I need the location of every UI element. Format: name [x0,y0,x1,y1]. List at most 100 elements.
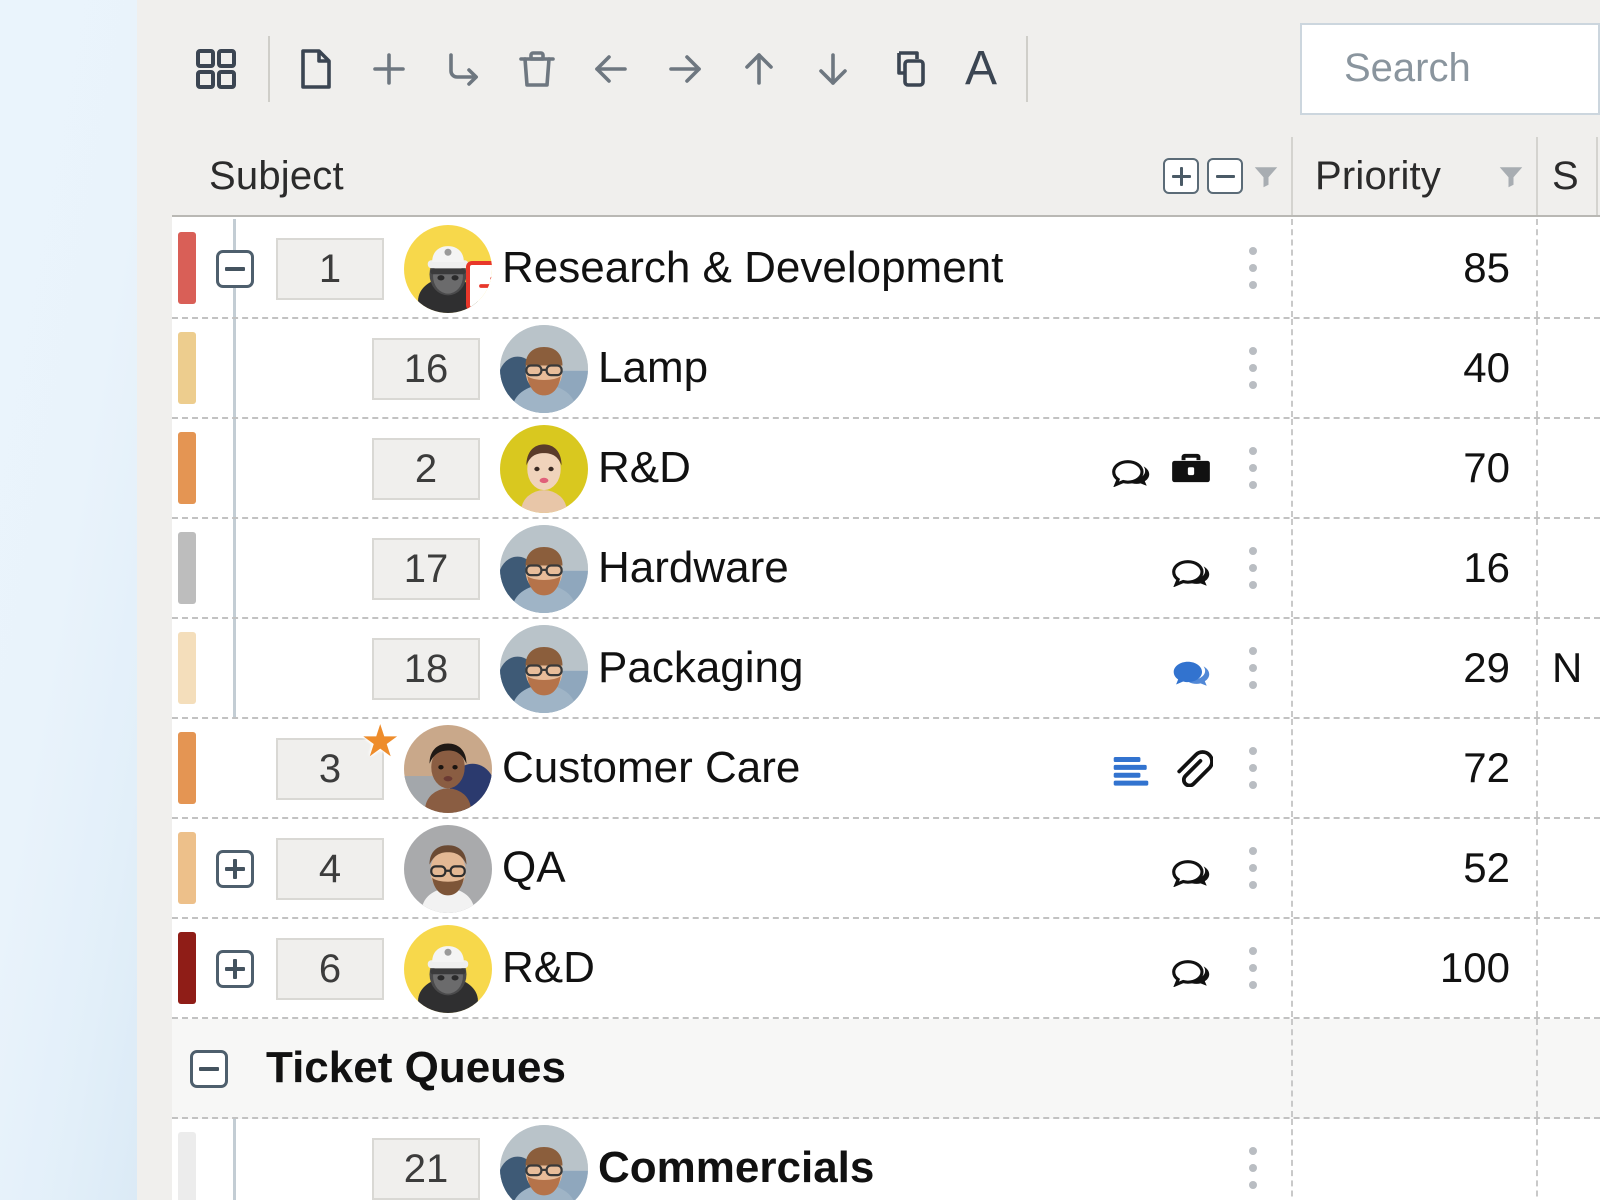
arrow-right-icon[interactable] [648,24,722,114]
cell-subject[interactable]: Ticket Queues [172,1019,1293,1117]
table-row[interactable]: 16 Lamp 40 [172,319,1600,419]
filter-icon[interactable] [1496,161,1526,191]
row-menu-icon[interactable] [1249,719,1257,817]
cell-status[interactable] [1538,419,1598,517]
notes-icon[interactable] [1109,749,1153,787]
priority-header-tools [1496,137,1526,215]
cell-status[interactable]: N [1538,619,1598,717]
arrow-up-icon[interactable] [722,24,796,114]
cell-status[interactable] [1538,819,1598,917]
cell-status[interactable] [1538,719,1598,817]
cell-priority[interactable]: 29 [1293,619,1538,717]
row-number-box[interactable]: 4 [276,838,384,900]
row-menu-icon[interactable] [1249,919,1257,1017]
paperclip-icon[interactable] [1169,749,1213,787]
cell-priority[interactable]: 72 [1293,719,1538,817]
indent-arrow-icon[interactable] [426,24,500,114]
font-icon[interactable]: A [944,24,1018,114]
tree-line [233,319,236,417]
new-document-icon[interactable] [278,24,352,114]
avatar [404,925,492,1013]
cell-priority[interactable]: 70 [1293,419,1538,517]
cell-priority[interactable]: 16 [1293,519,1538,617]
row-number-box[interactable]: 6 [276,938,384,1000]
cell-subject[interactable]: 2 R&D [172,419,1293,517]
table-row[interactable]: 4 QA 52 [172,819,1600,919]
plus-icon[interactable] [352,24,426,114]
row-number-box[interactable]: 17 [372,538,480,600]
row-indicator-icons [1169,919,1213,1017]
cell-subject[interactable]: 17 Hardware [172,519,1293,617]
row-menu-icon[interactable] [1249,419,1257,517]
cell-status[interactable] [1538,1119,1598,1200]
cell-priority[interactable]: 100 [1293,919,1538,1017]
subject-header-tools [1163,137,1281,215]
expand-row-icon[interactable] [216,850,254,888]
priority-color-bar [178,832,196,904]
cell-subject[interactable]: 4 QA [172,819,1293,917]
table-row[interactable]: 3★ Customer Care 72 [172,719,1600,819]
cell-status[interactable] [1538,319,1598,417]
cell-subject[interactable]: 21 Commercials [172,1119,1293,1200]
cell-status[interactable] [1538,519,1598,617]
search-input[interactable]: Search [1300,23,1600,115]
cell-priority[interactable]: 40 [1293,319,1538,417]
collapse-all-icon[interactable] [1207,158,1243,194]
grid-view-icon[interactable] [172,24,260,114]
collapse-row-icon[interactable] [216,250,254,288]
table-row[interactable]: 6 R&D 100 [172,919,1600,1019]
row-menu-icon[interactable] [1249,619,1257,717]
tree-line [233,419,236,517]
row-number-box[interactable]: 2 [372,438,480,500]
column-header-priority[interactable]: Priority [1293,137,1538,215]
cell-priority[interactable]: 52 [1293,819,1538,917]
tree-line [233,519,236,617]
filter-icon[interactable] [1251,161,1281,191]
arrow-left-icon[interactable] [574,24,648,114]
cell-subject[interactable]: 3★ Customer Care [172,719,1293,817]
row-menu-icon[interactable] [1249,1119,1257,1200]
arrow-down-icon[interactable] [796,24,870,114]
row-subject: R&D [502,943,595,993]
expand-row-icon[interactable] [216,950,254,988]
row-menu-icon[interactable] [1249,519,1257,617]
cell-subject[interactable]: 18 Packaging [172,619,1293,717]
cell-subject[interactable]: 16 Lamp [172,319,1293,417]
comment-outline-icon[interactable] [1169,849,1213,887]
cell-subject[interactable]: 1 Research & Development [172,219,1293,317]
row-number-box[interactable]: 3★ [276,738,384,800]
cell-status[interactable] [1538,919,1598,1017]
cell-subject[interactable]: 6 R&D [172,919,1293,1017]
table-row[interactable]: 18 Packaging 29 N [172,619,1600,719]
row-menu-icon[interactable] [1249,319,1257,417]
row-number-box[interactable]: 18 [372,638,480,700]
column-header-row: Subject Priority [172,137,1600,217]
comment-outline-icon[interactable] [1169,949,1213,987]
comment-filled-icon[interactable] [1169,649,1213,687]
move-right-badge-icon[interactable] [466,261,492,311]
comment-outline-icon[interactable] [1109,449,1153,487]
row-number-box[interactable]: 1 [276,238,384,300]
trash-icon[interactable] [500,24,574,114]
row-number-box[interactable]: 16 [372,338,480,400]
cell-priority[interactable]: 85 [1293,219,1538,317]
comment-outline-icon[interactable] [1169,549,1213,587]
table-row[interactable]: 2 R&D 70 [172,419,1600,519]
cell-status[interactable] [1538,219,1598,317]
tree-line [233,1119,236,1200]
briefcase-icon[interactable] [1169,449,1213,487]
column-header-subject[interactable]: Subject [172,137,1293,215]
table-row[interactable]: 1 Research & Development 85 [172,219,1600,319]
column-header-status[interactable]: S [1538,137,1598,215]
row-number-box[interactable]: 21 [372,1138,480,1200]
copy-icon[interactable] [870,24,944,114]
row-menu-icon[interactable] [1249,819,1257,917]
table-row[interactable]: 17 Hardware 16 [172,519,1600,619]
priority-value: 72 [1463,744,1510,792]
cell-priority[interactable] [1293,1119,1538,1200]
table-row[interactable]: 21 Commercials [172,1119,1600,1200]
expand-all-icon[interactable] [1163,158,1199,194]
group-header-row[interactable]: Ticket Queues [172,1019,1600,1119]
collapse-row-icon[interactable] [190,1050,228,1088]
row-menu-icon[interactable] [1249,219,1257,317]
